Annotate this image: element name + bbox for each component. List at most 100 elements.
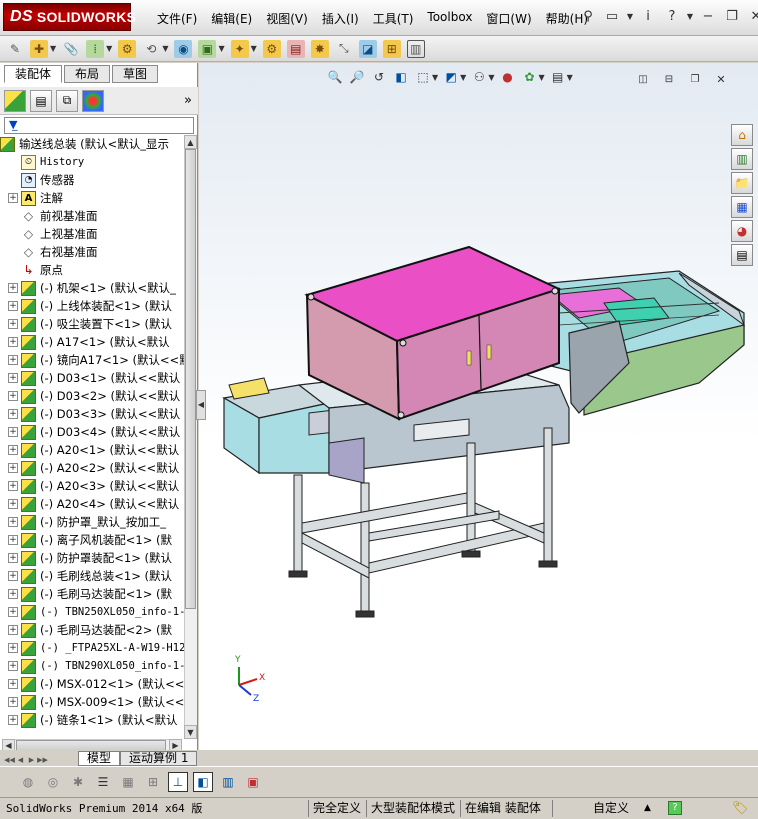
tree-item[interactable]: ↳ 原点 [0,261,184,279]
shaded-icon[interactable]: ✱ [68,772,88,792]
tree-item[interactable]: + (-) TBN290XL050_info-1- [0,657,184,675]
expand-icon[interactable]: + [8,715,18,725]
expand-icon[interactable]: + [8,427,18,437]
expand-icon[interactable]: + [8,409,18,419]
menu-edit[interactable]: 编辑(E) [204,9,259,28]
menu-view[interactable]: 视图(V) [259,9,315,28]
expand-icon[interactable]: + [8,607,18,617]
menu-tools[interactable]: 工具(T) [366,9,421,28]
appearances-icon[interactable]: ◕ [731,220,753,242]
tree-item[interactable]: + (-) TBN250XL050_info-1- [0,603,184,621]
apply-scene-icon[interactable]: ✿ [520,68,538,86]
expand-icon[interactable]: + [8,643,18,653]
tree-filter[interactable]: ▼̲ [4,117,194,134]
configuration-manager-icon[interactable]: ⧉ [56,89,78,112]
chevron-down-icon[interactable]: ▼ [538,73,544,82]
expand-icon[interactable]: + [8,679,18,689]
tree-item[interactable]: + (-) A17<1> (默认<默认 [0,333,184,351]
restore-icon[interactable]: ❐ [722,6,742,26]
expand-icon[interactable]: + [8,319,18,329]
assembly-features-icon[interactable]: ▣ [198,39,217,58]
chevron-down-icon[interactable]: ▼ [218,44,224,53]
display-style-icon[interactable]: ◩ [442,68,460,86]
menu-insert[interactable]: 插入(I) [315,9,366,28]
sketch-grid-icon[interactable]: ⊥ [168,771,188,792]
tree-item[interactable]: + (-) 吸尘装置下<1> (默认 [0,315,184,333]
view-palette-icon[interactable]: ▦ [731,196,753,218]
feature-manager-icon[interactable] [4,89,26,112]
tree-item[interactable]: + (-) A20<3> (默认<<默认 [0,477,184,495]
expand-icon[interactable]: + [8,571,18,581]
tree-item[interactable]: ◇ 右视基准面 [0,243,184,261]
tree-item[interactable]: + (-) D03<1> (默认<<默认 [0,369,184,387]
tab-assembly[interactable]: 装配体 [4,65,63,83]
hidden-lines-icon[interactable]: ◎ [43,772,63,792]
expand-icon[interactable]: + [8,301,18,311]
linear-pattern-icon[interactable]: ⁞ [86,39,105,58]
chevron-down-icon[interactable]: ▼ [106,44,112,53]
tree-item[interactable]: + (-) 链条1<1> (默认<默认 [0,711,184,729]
lines-icon[interactable]: ☰ [93,772,113,792]
tag-icon[interactable]: 🏷 [732,800,749,817]
minimize-icon[interactable]: − [698,6,718,26]
solidworks-logo[interactable]: DS SOLIDWORKS [3,3,136,31]
info-icon[interactable]: ⅰ [638,6,658,26]
tree-item[interactable]: ◇ 前视基准面 [0,207,184,225]
vertical-scroll-thumb[interactable] [185,149,196,609]
zoom-to-area-icon[interactable]: 🔎 [348,68,366,86]
cube-view-icon[interactable]: ◧ [193,771,213,792]
expand-icon[interactable]: + [8,391,18,401]
tree-item[interactable]: + (-) 毛刷马达装配<1> (默 [0,585,184,603]
expand-icon[interactable]: + [8,283,18,293]
display-manager-icon[interactable] [82,89,104,112]
reference-geometry-icon[interactable]: ✦ [230,39,249,58]
chevron-up-icon[interactable]: ▲ [644,800,651,817]
property-manager-icon[interactable]: ▤ [30,89,52,112]
previous-view-icon[interactable]: ↺ [370,68,388,86]
tree-item[interactable]: ◔ 传感器 [0,171,184,189]
chevron-down-icon[interactable]: ▼ [50,44,56,53]
chevron-down-icon[interactable]: ▼ [686,6,694,26]
align-icon[interactable]: ⊞ [143,772,163,792]
graphics-area[interactable]: Y X Z [199,63,758,750]
tree-item[interactable]: + (-) A20<2> (默认<<默认 [0,459,184,477]
tab-model[interactable]: 模型 [78,751,121,766]
expand-icon[interactable]: + [8,625,18,635]
tree-item[interactable]: + (-) D03<3> (默认<<默认 [0,405,184,423]
expand-icon[interactable]: + [8,661,18,671]
tree-item[interactable]: + (-) D03<4> (默认<<默认 [0,423,184,441]
expand-icon[interactable]: + [8,445,18,455]
expand-icon[interactable]: + [8,499,18,509]
expand-icon[interactable]: + [8,355,18,365]
assembly-model[interactable] [199,63,758,750]
first-tab-icon[interactable]: ◀◀ [4,754,15,766]
chevron-down-icon[interactable]: ▼ [251,44,257,53]
menu-file[interactable]: 文件(F) [150,9,204,28]
insert-component-icon[interactable]: ✚ [30,39,48,58]
table-icon[interactable]: ▥ [218,772,238,792]
restore-icon[interactable]: ❐ [686,70,704,88]
expand-icon[interactable]: + [8,373,18,383]
expand-panel-icon[interactable]: » [184,93,192,108]
tree-item[interactable]: + (-) 上线体装配<1> (默认 [0,297,184,315]
expand-icon[interactable]: + [8,337,18,347]
tree-item[interactable]: + (-) MSX-012<1> (默认<<默 [0,675,184,693]
tree-item[interactable]: + (-) 镜向A17<1> (默认<<默 [0,351,184,369]
smart-fasteners-icon[interactable]: ⚙ [118,39,137,58]
tree-item[interactable]: ◇ 上视基准面 [0,225,184,243]
zoom-to-fit-icon[interactable]: 🔍 [326,68,344,86]
tab-layout[interactable]: 布局 [64,65,111,83]
tree-item[interactable]: ⏲ History [0,153,184,171]
expand-icon[interactable]: + [8,589,18,599]
chevron-down-icon[interactable]: ▼ [626,6,634,26]
view-settings-icon[interactable]: ▤ [549,68,567,86]
tree-root[interactable]: 输送线总装 (默认<默认_显示 [0,135,184,153]
exploded-view-icon[interactable]: ✸ [310,39,329,58]
tree-item[interactable]: + (-) MSX-009<1> (默认<<默 [0,693,184,711]
help-icon[interactable]: ? [668,801,682,815]
menu-toolbox[interactable]: Toolbox [420,9,479,28]
split-horizontal-icon[interactable]: ⊟ [660,70,678,88]
edit-component-icon[interactable]: ✎ [6,40,24,58]
tree-item[interactable]: + (-) A20<4> (默认<<默认 [0,495,184,513]
scroll-down-icon[interactable]: ▼ [184,725,197,739]
